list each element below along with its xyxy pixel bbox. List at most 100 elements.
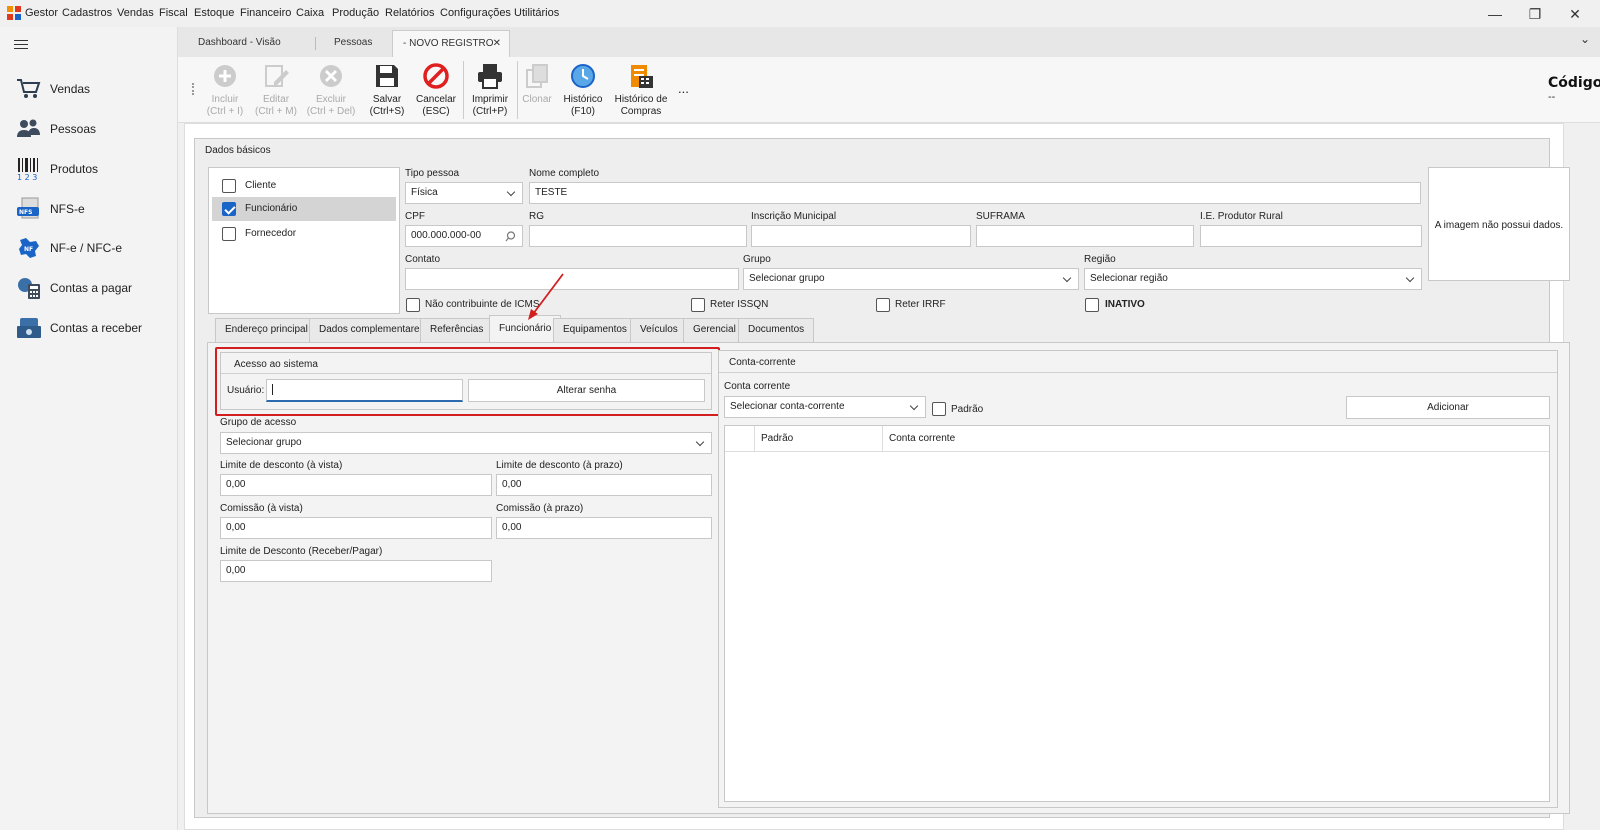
suframa-label: SUFRAMA bbox=[976, 211, 1025, 222]
codigo-value: -- bbox=[1548, 91, 1556, 103]
sidebar-item-vendas[interactable]: Vendas bbox=[0, 71, 178, 107]
menu-vendas[interactable]: Vendas bbox=[117, 7, 154, 19]
conta-corrente-select[interactable]: Selecionar conta-corrente bbox=[724, 396, 926, 418]
column-header-padrao[interactable]: Padrão bbox=[755, 426, 883, 452]
tab-documentos[interactable]: Documentos bbox=[738, 318, 815, 342]
maximize-button[interactable]: ❐ bbox=[1520, 4, 1550, 24]
suframa-field[interactable] bbox=[976, 225, 1194, 247]
menu-configuracoes[interactable]: Configurações bbox=[440, 7, 511, 19]
tab-veiculos[interactable]: Veículos bbox=[630, 318, 688, 342]
imprimir-button[interactable]: Imprimir (Ctrl+P) bbox=[466, 60, 514, 118]
column-header-conta-corrente[interactable]: Conta corrente bbox=[883, 426, 1183, 452]
nao-contribuinte-checkbox[interactable] bbox=[406, 298, 420, 312]
ie-produtor-field[interactable] bbox=[1200, 225, 1422, 247]
limite-rp-field[interactable]: 0,00 bbox=[220, 560, 492, 582]
tabs-dropdown-icon[interactable]: ⌄ bbox=[1570, 29, 1600, 49]
editar-button[interactable]: Editar (Ctrl + M) bbox=[252, 60, 300, 118]
grupo-acesso-select[interactable]: Selecionar grupo bbox=[220, 432, 712, 454]
delete-circle-icon bbox=[320, 65, 342, 87]
sidebar-item-nfe[interactable]: NF NF-e / NFC-e bbox=[0, 230, 178, 266]
menu-gestor[interactable]: Gestor bbox=[25, 7, 58, 19]
historico-button[interactable]: Histórico (F10) bbox=[560, 60, 606, 118]
clonar-button[interactable]: Clonar bbox=[518, 60, 556, 106]
cancelar-shortcut: (ESC) bbox=[422, 106, 450, 117]
limite-prazo-field[interactable]: 0,00 bbox=[496, 474, 712, 496]
tab-referencias[interactable]: Referências bbox=[420, 318, 494, 342]
nome-field[interactable]: TESTE bbox=[529, 182, 1421, 204]
sidebar-item-nfse[interactable]: NFS NFS-e bbox=[0, 191, 178, 227]
search-icon[interactable] bbox=[505, 231, 516, 242]
historico-shortcut: (F10) bbox=[571, 106, 595, 117]
adicionar-button[interactable]: Adicionar bbox=[1346, 396, 1550, 419]
fornecedor-checkbox[interactable] bbox=[222, 227, 236, 241]
limite-vista-field[interactable]: 0,00 bbox=[220, 474, 492, 496]
save-icon bbox=[376, 65, 398, 87]
menu-relatorios[interactable]: Relatórios bbox=[385, 7, 435, 19]
role-fornecedor[interactable]: Fornecedor bbox=[212, 223, 396, 245]
tab-endereco-principal[interactable]: Endereço principal bbox=[215, 318, 318, 342]
tab-label: - NOVO REGISTRO bbox=[403, 38, 494, 49]
cpf-field[interactable]: 000.000.000-00 bbox=[405, 225, 523, 247]
cliente-checkbox[interactable] bbox=[222, 179, 236, 193]
salvar-button[interactable]: Salvar (Ctrl+S) bbox=[366, 60, 408, 118]
grupo-select[interactable]: Selecionar grupo bbox=[743, 268, 1079, 290]
inscricao-municipal-field[interactable] bbox=[751, 225, 971, 247]
money-icon bbox=[17, 318, 41, 338]
contato-label: Contato bbox=[405, 254, 441, 265]
padrao-checkbox[interactable] bbox=[932, 402, 946, 416]
tab-dados-complementares[interactable]: Dados complementares bbox=[309, 318, 435, 342]
role-funcionario[interactable]: Funcionário bbox=[212, 197, 396, 221]
menu-utilitarios[interactable]: Utilitários bbox=[514, 7, 559, 19]
menu-caixa[interactable]: Caixa bbox=[296, 7, 324, 19]
rg-field[interactable] bbox=[529, 225, 747, 247]
tab-pessoas[interactable]: Pessoas bbox=[316, 30, 392, 57]
tab-equipamentos[interactable]: Equipamentos bbox=[553, 318, 637, 342]
menu-estoque[interactable]: Estoque bbox=[194, 7, 234, 19]
document-tabs: Dashboard - Visão Geral Pessoas - NOVO R… bbox=[178, 27, 1600, 74]
highlight-box bbox=[215, 347, 720, 416]
reter-irrf-checkbox[interactable] bbox=[876, 298, 890, 312]
reter-issqn-checkbox[interactable] bbox=[691, 298, 705, 312]
tab-gerencial[interactable]: Gerencial bbox=[683, 318, 746, 342]
excluir-label: Excluir bbox=[315, 94, 346, 105]
cancelar-button[interactable]: Cancelar (ESC) bbox=[412, 60, 460, 118]
ie-produtor-label: I.E. Produtor Rural bbox=[1200, 211, 1283, 222]
funcionario-label: Funcionário bbox=[245, 203, 298, 214]
sidebar-item-label: Vendas bbox=[50, 82, 91, 96]
menu-financeiro[interactable]: Financeiro bbox=[240, 7, 291, 19]
incluir-button[interactable]: Incluir (Ctrl + I) bbox=[202, 60, 248, 118]
close-window-button[interactable]: ✕ bbox=[1560, 4, 1590, 24]
tipo-pessoa-select[interactable]: Física bbox=[405, 182, 523, 204]
comissao-prazo-field[interactable]: 0,00 bbox=[496, 517, 712, 539]
grupo-acesso-label: Grupo de acesso bbox=[220, 417, 297, 428]
excluir-shortcut: (Ctrl + Del) bbox=[306, 106, 356, 117]
comissao-prazo-label: Comissão (à prazo) bbox=[496, 503, 584, 514]
sidebar-item-contas-receber[interactable]: Contas a receber bbox=[0, 310, 178, 346]
tab-dashboard[interactable]: Dashboard - Visão Geral bbox=[180, 30, 316, 74]
sidebar-item-pessoas[interactable]: Pessoas bbox=[0, 111, 178, 147]
excluir-button[interactable]: Excluir (Ctrl + Del) bbox=[304, 60, 358, 118]
editar-label: Editar bbox=[262, 94, 290, 105]
historico-compras-button[interactable]: Histórico de Compras bbox=[610, 60, 672, 118]
sidebar-item-contas-pagar[interactable]: Contas a pagar bbox=[0, 270, 178, 306]
regiao-select[interactable]: Selecionar região bbox=[1084, 268, 1422, 290]
role-cliente[interactable]: Cliente bbox=[212, 175, 396, 197]
menu-cadastros[interactable]: Cadastros bbox=[62, 7, 112, 19]
contato-field[interactable] bbox=[405, 268, 739, 290]
cancelar-label: Cancelar bbox=[415, 94, 457, 105]
regiao-label: Região bbox=[1084, 254, 1116, 265]
limite-prazo-label: Limite de desconto (à prazo) bbox=[496, 460, 623, 471]
menu-fiscal[interactable]: Fiscal bbox=[159, 7, 188, 19]
minimize-button[interactable]: — bbox=[1480, 4, 1510, 24]
more-options-button[interactable]: ... bbox=[678, 81, 689, 96]
close-tab-icon[interactable]: ✕ bbox=[493, 31, 501, 57]
funcionario-checkbox[interactable] bbox=[222, 202, 236, 216]
comissao-vista-field[interactable]: 0,00 bbox=[220, 517, 492, 539]
menu-producao[interactable]: Produção bbox=[332, 7, 379, 19]
inativo-checkbox[interactable] bbox=[1085, 298, 1099, 312]
historico-compras-label: Histórico de bbox=[614, 94, 668, 105]
sidebar-item-produtos[interactable]: 1 2 3 Produtos bbox=[0, 151, 178, 187]
hamburger-menu-icon[interactable] bbox=[14, 40, 28, 50]
tab-novo-registro[interactable]: - NOVO REGISTRO ✕ bbox=[392, 30, 510, 57]
photo-box[interactable]: A imagem não possui dados. bbox=[1428, 167, 1570, 281]
